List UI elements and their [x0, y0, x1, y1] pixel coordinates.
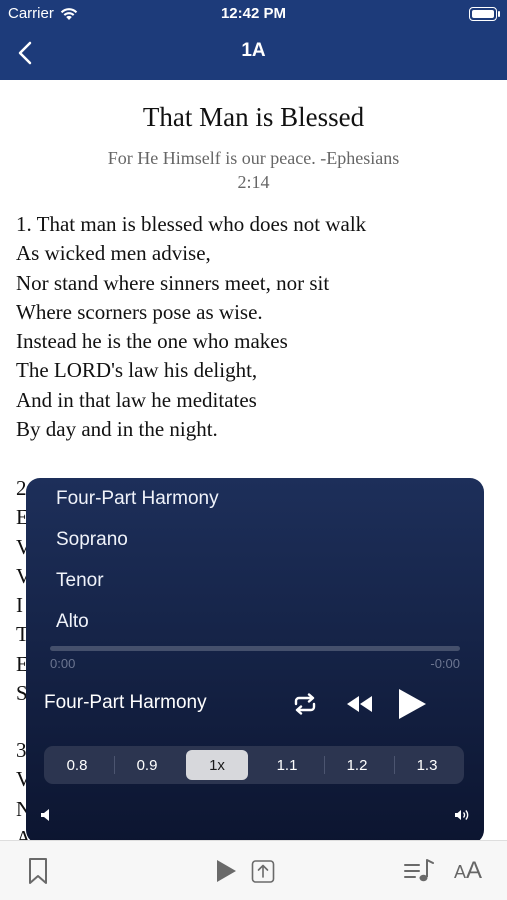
text-size-button[interactable]: AA — [450, 855, 486, 887]
status-time: 12:42 PM — [220, 5, 287, 22]
play-button[interactable] — [392, 686, 432, 722]
toolbar-play-button[interactable] — [214, 855, 238, 887]
speed-option-1x[interactable]: 1x — [186, 750, 248, 780]
audio-player-panel: Four-Part Harmony Soprano Tenor Alto 0:0… — [26, 478, 484, 844]
volume-max-control[interactable] — [454, 808, 472, 827]
track-option-alto[interactable]: Alto — [56, 611, 89, 633]
lyric-line: And in that law he meditates — [16, 387, 257, 412]
speed-option-1-3[interactable]: 1.3 — [396, 750, 458, 780]
rewind-icon — [347, 696, 372, 712]
track-option-tenor[interactable]: Tenor — [56, 570, 104, 592]
lyric-line: By day and in the night. — [16, 417, 218, 442]
time-remaining: -0:00 — [430, 656, 460, 671]
rewind-button[interactable] — [342, 686, 376, 722]
play-icon — [399, 689, 426, 719]
progress-slider[interactable] — [50, 646, 460, 651]
bottom-toolbar: AA — [0, 840, 507, 900]
playback-speed-selector: 0.8 0.9 1x 1.1 1.2 1.3 — [44, 746, 464, 784]
text-size-icon: AA — [454, 857, 482, 885]
volume-high-icon — [455, 810, 469, 820]
lyric-line: Where scorners pose as wise. — [16, 299, 263, 324]
song-title: That Man is Blessed — [142, 102, 365, 132]
time-elapsed: 0:00 — [50, 656, 76, 671]
speed-divider — [394, 756, 395, 774]
speed-option-0-8[interactable]: 0.8 — [46, 750, 108, 780]
share-icon — [251, 860, 275, 883]
battery-icon — [469, 7, 500, 21]
text-size-large-label: A — [466, 857, 483, 884]
share-button[interactable] — [250, 855, 276, 887]
now-playing-label: Four-Part Harmony — [44, 692, 207, 713]
repeat-icon — [294, 693, 316, 715]
navigation-header: Carrier 12:42 PM 1A — [0, 0, 507, 80]
subtitle-line: 2:14 — [237, 172, 270, 192]
repeat-button[interactable] — [288, 686, 322, 722]
volume-min-control[interactable] — [40, 808, 52, 827]
speed-divider — [114, 756, 115, 774]
play-icon — [217, 860, 236, 882]
bookmark-icon — [29, 858, 47, 884]
page-title: 1A — [241, 40, 266, 61]
music-list-icon — [404, 859, 434, 882]
speed-option-0-9[interactable]: 0.9 — [116, 750, 178, 780]
playlist-button[interactable] — [402, 855, 436, 887]
volume-low-icon — [41, 809, 49, 821]
subtitle-line: For He Himself is our peace. -Ephesians — [107, 148, 400, 168]
lyric-line: Nor stand where sinners meet, nor sit — [16, 270, 330, 295]
speed-option-1-1[interactable]: 1.1 — [256, 750, 318, 780]
song-subtitle: For He Himself is our peace. -Ephesians … — [60, 146, 447, 194]
text-size-small-label: A — [453, 862, 466, 882]
verse-1: 1. That man is blessed who does not walk… — [16, 210, 496, 444]
lyric-line: Instead he is the one who makes — [16, 329, 288, 354]
lyric-line: The LORD's law his delight, — [16, 358, 258, 383]
lyric-line: 1. That man is blessed who does not walk — [16, 212, 367, 236]
track-option-soprano[interactable]: Soprano — [56, 529, 128, 551]
speed-option-1-2[interactable]: 1.2 — [326, 750, 388, 780]
lyric-line: As wicked men advise, — [16, 241, 211, 266]
speed-divider — [324, 756, 325, 774]
bookmark-button[interactable] — [26, 855, 50, 887]
track-option-four-part-harmony[interactable]: Four-Part Harmony — [56, 488, 219, 510]
